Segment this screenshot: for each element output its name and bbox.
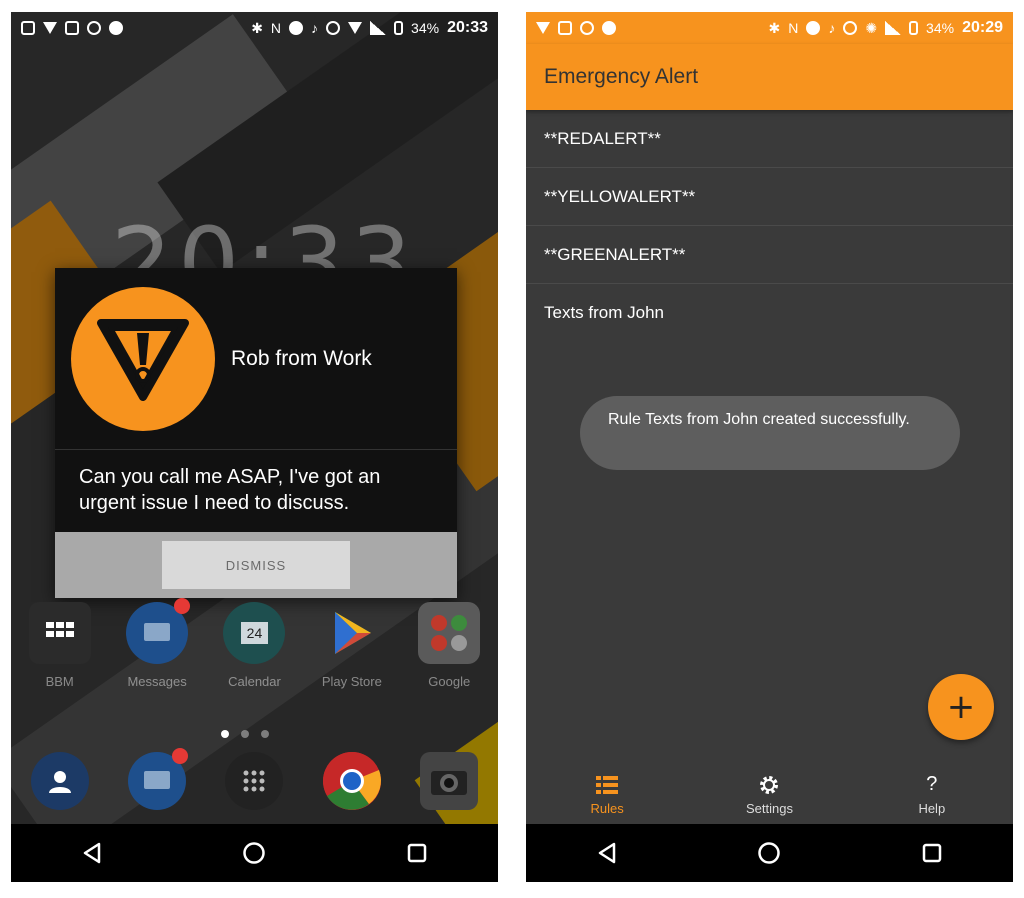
bluetooth-icon: ✱	[768, 19, 781, 36]
status-bar: ✱ N ♪ 34% 20:33	[11, 12, 498, 44]
wifi-icon: ✺	[865, 19, 878, 36]
help-icon: ?	[926, 773, 938, 795]
dismiss-button[interactable]: DISMISS	[162, 541, 350, 589]
alarm-icon	[843, 21, 858, 35]
back-icon[interactable]	[72, 833, 112, 873]
rules-icon	[596, 773, 619, 797]
wifi-icon	[348, 22, 363, 34]
dnd-icon	[289, 21, 304, 35]
dialog-footer: DISMISS	[55, 532, 457, 598]
calendar-day: 24	[240, 622, 269, 644]
rule-item-yellowalert[interactable]: **YELLOWALERT**	[526, 168, 1013, 226]
app-label: Messages	[127, 674, 187, 689]
home-icon[interactable]	[234, 833, 274, 873]
rules-list: **REDALERT** **YELLOWALERT** **GREENALER…	[526, 110, 1013, 342]
rule-item-texts-from-john[interactable]: Texts from John	[526, 284, 1013, 342]
mute-icon: ♪	[311, 20, 319, 36]
app-title: Emergency Alert	[544, 65, 699, 88]
battery-icon	[909, 21, 919, 35]
android-icon	[109, 21, 123, 35]
tab-rules[interactable]: Rules	[557, 773, 657, 816]
messages-icon	[126, 598, 191, 664]
camera-icon[interactable]	[420, 752, 479, 810]
image-icon	[558, 21, 572, 35]
nfc-icon: N	[270, 20, 282, 36]
app-drawer-icon[interactable]	[225, 752, 284, 810]
status-time: 20:29	[962, 19, 1003, 36]
app-bar: Emergency Alert	[526, 44, 1013, 110]
vpn-icon	[536, 22, 550, 34]
lock-screen-phone: ✱ N ♪ 34% 20:33 20:33 Rob from Work Can …	[11, 12, 498, 882]
alarm-icon	[326, 21, 341, 35]
tab-settings[interactable]: Settings	[719, 773, 819, 816]
battery-percent: 34%	[411, 20, 440, 36]
app-label: Google	[428, 674, 471, 689]
home-icon[interactable]	[749, 833, 789, 873]
tab-help[interactable]: ? Help	[882, 773, 982, 816]
play-store-icon	[321, 602, 383, 664]
vpn-icon	[43, 22, 57, 34]
nfc-icon: N	[788, 20, 799, 36]
rule-item-redalert[interactable]: **REDALERT**	[526, 110, 1013, 168]
battery-icon	[394, 21, 404, 35]
mute-icon: ♪	[828, 20, 836, 36]
back-icon[interactable]	[587, 833, 627, 873]
app-calendar[interactable]: 24 Calendar	[209, 602, 299, 689]
contacts-icon[interactable]	[30, 752, 89, 810]
dock	[11, 748, 498, 810]
gear-icon	[758, 773, 780, 797]
signal-icon	[370, 21, 387, 35]
bbm-icon	[28, 602, 91, 664]
recents-icon[interactable]	[397, 833, 437, 873]
chrome-icon[interactable]	[322, 752, 381, 810]
app-label: BBM	[45, 674, 74, 689]
messages-dock-icon[interactable]	[128, 748, 189, 810]
app-label: Calendar	[228, 674, 281, 689]
tab-label: Settings	[745, 800, 793, 816]
calendar-icon: 24	[223, 602, 286, 664]
dialog-message: Can you call me ASAP, I've got an urgent…	[79, 466, 381, 514]
status-time: 20:33	[447, 19, 488, 36]
tab-label: Help	[918, 800, 946, 816]
signal-icon	[885, 21, 902, 35]
recents-icon[interactable]	[912, 833, 952, 873]
app-google-folder[interactable]: Google	[404, 602, 494, 689]
sync-icon	[87, 21, 101, 35]
bluetooth-icon: ✱	[251, 19, 263, 36]
alert-dialog: Rob from Work Can you call me ASAP, I've…	[55, 268, 457, 598]
nav-bar	[526, 824, 1013, 882]
status-bar: ✱ N ♪ ✺ 34% 20:29	[526, 12, 1013, 44]
app-messages[interactable]: Messages	[112, 598, 202, 689]
app-bbm[interactable]: BBM	[15, 602, 105, 689]
google-folder-icon	[418, 602, 481, 664]
sync-icon	[580, 21, 594, 35]
toast-message: Rule Texts from John created successfull…	[580, 396, 960, 470]
android-icon	[602, 21, 616, 35]
page-indicator	[221, 730, 269, 738]
app-label: Play Store	[321, 674, 382, 689]
bottom-nav: Rules Settings ? Help	[526, 764, 1013, 824]
dialog-header: Rob from Work	[55, 268, 457, 450]
notification-icon	[21, 21, 35, 35]
dialog-sender: Rob from Work	[231, 346, 372, 370]
battery-percent: 34%	[926, 20, 955, 36]
app-play-store[interactable]: Play Store	[307, 602, 397, 689]
emergency-alert-icon	[71, 286, 215, 431]
nav-bar	[11, 824, 498, 882]
rule-item-greenalert[interactable]: **GREENALERT**	[526, 226, 1013, 284]
notification-badge	[174, 598, 191, 614]
image-icon	[65, 21, 79, 35]
tab-label: Rules	[590, 800, 624, 816]
home-apps-row: BBM Messages 24 Calendar Play Store Goog…	[11, 598, 498, 689]
dnd-icon	[806, 21, 821, 35]
add-rule-button[interactable]: +	[928, 674, 994, 740]
emergency-alert-app-phone: ✱ N ♪ ✺ 34% 20:29 Emergency Alert **REDA…	[526, 12, 1013, 882]
